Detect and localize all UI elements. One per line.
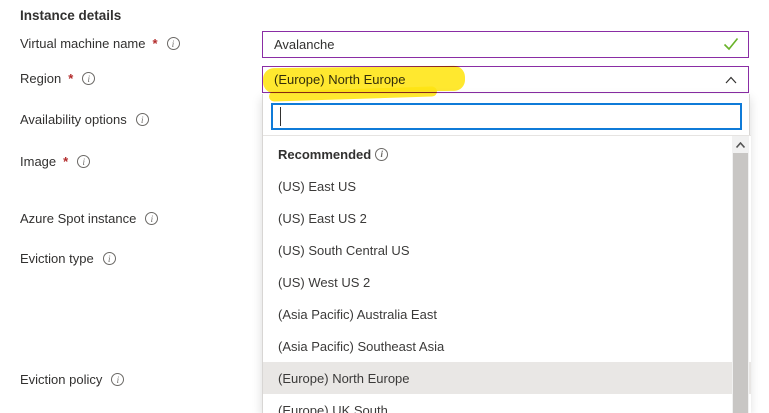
text-caret bbox=[280, 107, 281, 126]
info-icon[interactable]: i bbox=[375, 148, 388, 161]
image-label-text: Image bbox=[20, 154, 56, 169]
region-dropdown-flyout: Recommended i (US) East US (US) East US … bbox=[262, 94, 750, 413]
eviction-type-label-text: Eviction type bbox=[20, 251, 94, 266]
required-marker: * bbox=[68, 71, 73, 86]
region-option[interactable]: (US) East US bbox=[263, 170, 751, 202]
scrollbar-thumb[interactable] bbox=[733, 153, 748, 413]
availability-options-label: Availability options i bbox=[20, 112, 149, 127]
info-icon[interactable]: i bbox=[145, 212, 158, 225]
region-label-text: Region bbox=[20, 71, 61, 86]
region-option[interactable]: (US) South Central US bbox=[263, 234, 751, 266]
vm-name-label: Virtual machine name * i bbox=[20, 36, 180, 51]
region-option[interactable]: (Europe) UK South bbox=[263, 394, 751, 413]
scroll-up-icon bbox=[736, 142, 745, 148]
region-label: Region * i bbox=[20, 71, 95, 86]
info-icon[interactable]: i bbox=[167, 37, 180, 50]
region-combobox[interactable]: (Europe) North Europe bbox=[262, 66, 749, 93]
image-label: Image * i bbox=[20, 154, 90, 169]
required-marker: * bbox=[63, 154, 68, 169]
eviction-policy-label: Eviction policy i bbox=[20, 372, 124, 387]
availability-label-text: Availability options bbox=[20, 112, 127, 127]
region-combobox-value: (Europe) North Europe bbox=[274, 72, 406, 87]
scrollbar[interactable] bbox=[732, 136, 749, 413]
eviction-policy-label-text: Eviction policy bbox=[20, 372, 102, 387]
region-option[interactable]: (US) East US 2 bbox=[263, 202, 751, 234]
azure-spot-label: Azure Spot instance i bbox=[20, 211, 158, 226]
section-title: Instance details bbox=[20, 8, 121, 23]
region-option[interactable]: (Asia Pacific) Australia East bbox=[263, 298, 751, 330]
vm-name-label-text: Virtual machine name bbox=[20, 36, 146, 51]
info-icon[interactable]: i bbox=[82, 72, 95, 85]
info-icon[interactable]: i bbox=[77, 155, 90, 168]
option-group-header: Recommended i bbox=[263, 138, 751, 170]
scroll-up-button[interactable] bbox=[732, 136, 749, 153]
valid-check-icon bbox=[723, 37, 739, 51]
vm-name-input[interactable] bbox=[262, 31, 749, 58]
region-option[interactable]: (Asia Pacific) Southeast Asia bbox=[263, 330, 751, 362]
region-option[interactable]: (US) West US 2 bbox=[263, 266, 751, 298]
region-option-list: Recommended i (US) East US (US) East US … bbox=[263, 135, 751, 413]
info-icon[interactable]: i bbox=[103, 252, 116, 265]
azure-spot-label-text: Azure Spot instance bbox=[20, 211, 136, 226]
eviction-type-label: Eviction type i bbox=[20, 251, 116, 266]
info-icon[interactable]: i bbox=[136, 113, 149, 126]
chevron-up-icon[interactable] bbox=[725, 76, 737, 84]
info-icon[interactable]: i bbox=[111, 373, 124, 386]
region-search-input[interactable] bbox=[271, 103, 742, 130]
required-marker: * bbox=[153, 36, 158, 51]
instance-details-form: Instance details Virtual machine name * i… bbox=[0, 0, 769, 413]
region-option-selected[interactable]: (Europe) North Europe bbox=[263, 362, 751, 394]
option-group-header-text: Recommended bbox=[278, 147, 371, 162]
